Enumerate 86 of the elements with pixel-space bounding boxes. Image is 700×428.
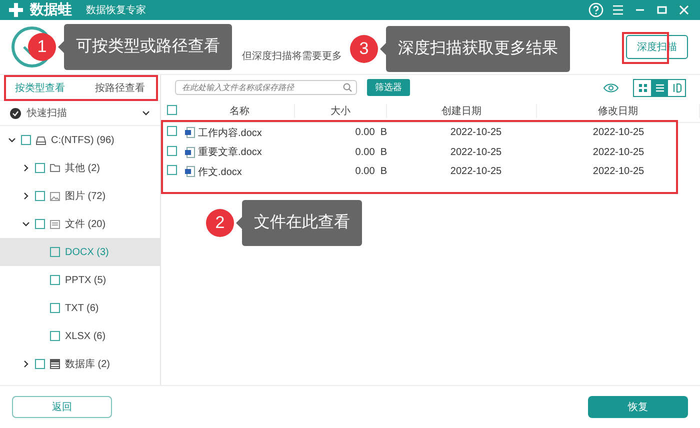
highlight-frame (622, 32, 669, 64)
help-icon[interactable] (588, 2, 604, 18)
callout-bubble: 可按类型或路径查看 (64, 24, 232, 70)
tree-label: 数据库 (2) (65, 358, 110, 371)
tree-item[interactable]: C:(NTFS) (96) (0, 126, 160, 154)
tree-label: DOCX (3) (65, 246, 109, 258)
chevron-down-icon[interactable] (8, 136, 16, 144)
checkbox[interactable] (50, 247, 60, 257)
tree-label: XLSX (6) (65, 330, 106, 342)
checkbox[interactable] (167, 165, 177, 176)
step-number-badge: 3 (350, 35, 378, 63)
tree-item[interactable]: PPTX (5) (0, 266, 160, 294)
column-header[interactable]: 大小 (295, 104, 387, 118)
created-date: 2022-10-25 (449, 166, 503, 178)
view-tab[interactable]: 按类型查看 (11, 76, 69, 98)
chevron-right-icon[interactable] (22, 164, 30, 172)
created-date: 2022-10-25 (449, 127, 503, 138)
select-all-checkbox[interactable] (167, 104, 177, 114)
tree-item[interactable]: XLSX (6) (0, 322, 160, 350)
checkbox[interactable] (50, 275, 60, 285)
callout-bubble: 文件在此查看 (242, 200, 362, 246)
checkbox[interactable] (21, 135, 31, 145)
database-icon (50, 359, 60, 369)
app-name: 数据蛙 (30, 1, 72, 19)
status-text: 但深度扫描将需要更多 (242, 50, 342, 63)
created-date: 2022-10-25 (449, 146, 503, 158)
view-mode-button[interactable] (651, 80, 668, 96)
callout-bubble: 深度扫描获取更多结果 (386, 26, 570, 72)
step-number-badge: 2 (206, 209, 234, 237)
tree-item[interactable]: 文件 (20) (0, 210, 160, 238)
chevron-down-icon[interactable] (142, 109, 150, 117)
checkbox[interactable] (167, 146, 177, 156)
chevron-down-icon[interactable] (22, 220, 30, 228)
file-name: 工作内容.docx (198, 126, 262, 140)
word-file-icon (185, 166, 195, 178)
tree-label: TXT (6) (65, 302, 99, 314)
scan-mode-label: 快速扫描 (27, 106, 67, 120)
detail-view-icon (673, 83, 681, 92)
checkbox[interactable] (50, 331, 60, 341)
list-view-icon (654, 84, 664, 92)
file-size: 0.00 B (354, 166, 387, 178)
file-size: 0.00 B (354, 146, 387, 158)
checkbox[interactable] (35, 163, 45, 173)
tree-label: C:(NTFS) (96) (51, 134, 114, 146)
search-field[interactable]: 在此处输入文件名称或保存路径 (175, 80, 357, 95)
filter-button[interactable]: 筛选器 (367, 79, 410, 96)
checkbox[interactable] (35, 359, 45, 369)
drive-icon (36, 136, 46, 144)
app-subtitle: 数据恢复专家 (86, 4, 146, 17)
check-circle-icon (10, 108, 21, 118)
chevron-right-icon[interactable] (22, 360, 30, 368)
file-name: 作文.docx (198, 166, 242, 179)
tree-item[interactable]: 图片 (72) (0, 182, 160, 210)
image-icon (50, 192, 60, 200)
tree-label: 其他 (2) (65, 162, 100, 175)
file-size: 0.00 B (354, 127, 387, 138)
tree-item[interactable]: 其他 (2) (0, 154, 160, 182)
word-file-icon (185, 146, 195, 158)
folder-icon (50, 164, 60, 172)
step-number-badge: 1 (28, 33, 56, 61)
checkbox[interactable] (50, 303, 60, 313)
checkbox[interactable] (35, 191, 45, 201)
word-file-icon (185, 127, 195, 138)
modified-date: 2022-10-25 (592, 146, 646, 158)
tree-item[interactable]: TXT (6) (0, 294, 160, 322)
checkbox[interactable] (167, 126, 177, 136)
view-tab[interactable]: 按路径查看 (91, 76, 149, 98)
recover-button[interactable]: 恢复 (588, 396, 688, 418)
checkbox[interactable] (35, 219, 45, 229)
logo-icon (8, 2, 24, 18)
tree-label: 文件 (20) (65, 218, 106, 231)
column-header[interactable]: 名称 (185, 104, 295, 118)
search-icon (343, 83, 352, 92)
modified-date: 2022-10-25 (592, 127, 646, 138)
tree-item[interactable]: 数据库 (2) (0, 350, 160, 378)
eye-icon[interactable] (603, 82, 619, 92)
column-header[interactable]: 修改日期 (537, 104, 700, 118)
chevron-right-icon[interactable] (22, 192, 30, 200)
file-name: 重要文章.docx (198, 146, 262, 160)
tree-label: PPTX (5) (65, 274, 106, 286)
document-icon (50, 220, 60, 228)
back-button[interactable]: 返回 (12, 396, 112, 418)
column-header[interactable]: 创建日期 (387, 104, 537, 118)
tree-label: 图片 (72) (65, 190, 106, 203)
modified-date: 2022-10-25 (592, 166, 646, 178)
grid-view-icon (638, 84, 646, 92)
